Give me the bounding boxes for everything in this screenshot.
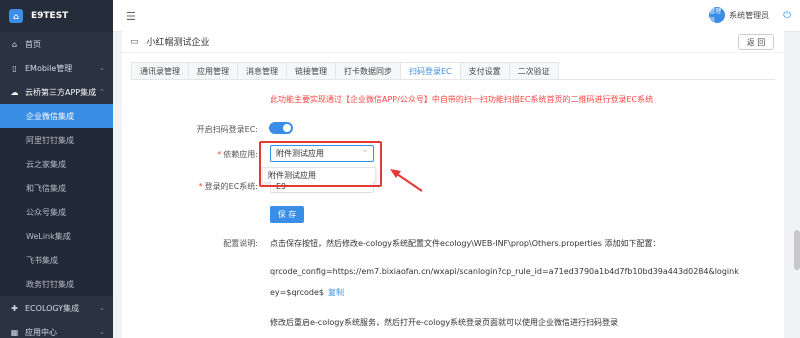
chevron-down-icon: ⌄ [99,304,105,312]
brand: ⌂ E9TEST [0,0,113,32]
sidebar-subitem-hefeixin[interactable]: 和飞信集成 [0,176,113,200]
required-mark: * [217,150,222,159]
chevron-down-icon: ⌄ [99,64,105,72]
mobile-icon: ▯ [12,63,17,73]
sidebar-subitem-official-account[interactable]: 公众号集成 [0,200,113,224]
config-label: 配置说明: [223,239,258,248]
tab-payment[interactable]: 支付设置 [459,62,509,80]
sidebar-subitem-wechat-work[interactable]: 企业微信集成 [0,104,113,128]
cloud-icon: ☁ [10,87,19,97]
app-title: E9TEST [31,11,69,21]
sidebar-subitem-gov-dingtalk[interactable]: 政务钉钉集成 [0,272,113,296]
sidebar-item-emobile[interactable]: ▯ EMobile管理 ⌄ [0,56,113,80]
sidebar-item-app-center[interactable]: ▦ 应用中心 ⌄ [0,320,113,338]
user-menu[interactable]: 管理员 系统管理员 ⏻ [709,7,791,24]
home-icon: ⌂ [11,39,18,49]
tab-contacts[interactable]: 通讯录管理 [131,62,188,80]
sidebar-item-label: ECOLOGY集成 [25,303,80,313]
monitor-icon: ▭ [130,36,139,47]
puzzle-icon: ✚ [11,303,18,313]
sidebar-item-label: EMobile管理 [25,63,73,73]
required-mark: * [198,182,203,191]
feature-notice: 此功能主要实现通过【企业微信APP/公众号】中自带的扫一扫功能扫描EC系统首页的… [270,95,654,104]
system-label-text: 登录的EC系统: [204,182,258,191]
sidebar-item-label: 应用中心 [25,327,57,337]
sidebar-subitem-yunzhijia[interactable]: 云之家集成 [0,152,113,176]
tab-links[interactable]: 链接管理 [286,62,335,80]
app-logo-icon: ⌂ [9,9,23,23]
copy-link[interactable]: 复制 [328,288,344,297]
menu-fold-icon[interactable]: ☰ [126,10,136,23]
grid-icon: ▦ [10,327,19,337]
top-bar: ☰ 管理员 系统管理员 ⏻ [113,0,800,32]
app-label: * 依赖应用: [217,149,258,160]
annotation-box [259,141,382,187]
page-header: ▭ 小红帽测试企业 [122,31,784,53]
tab-messages[interactable]: 消息管理 [237,62,286,80]
sidebar-subitem-welink[interactable]: WeLink集成 [0,224,113,248]
tab-bar: 通讯录管理 应用管理 消息管理 链接管理 打卡数据同步 扫码登录EC 支付设置 … [131,62,559,80]
annotation-arrow-icon [390,169,423,192]
save-button[interactable]: 保 存 [270,206,304,223]
scrollbar[interactable] [794,230,800,270]
config-step-2: 修改后重启e-cology系统服务，然后打开e-cology系统登录页面就可以使… [270,318,619,327]
sidebar-item-label: 首页 [25,39,41,49]
chevron-down-icon: ⌄ [99,328,105,336]
enable-label: 开启扫码登录EC: [196,125,258,134]
main-content: ▭ 小红帽测试企业 返 回 通讯录管理 应用管理 消息管理 链接管理 打卡数据同… [122,31,784,338]
sidebar: ⌂ E9TEST ⌂ 首页 ▯ EMobile管理 ⌄ ☁ 云桥第三方APP集成… [0,0,113,338]
tab-apps[interactable]: 应用管理 [188,62,237,80]
sidebar-subitem-feishu[interactable]: 飞书集成 [0,248,113,272]
sidebar-item-label: 云桥第三方APP集成 [25,87,97,97]
user-name[interactable]: 系统管理员 [729,10,769,21]
sidebar-item-cloudbridge[interactable]: ☁ 云桥第三方APP集成 ⌃ [0,80,113,104]
config-step-1: 点击保存按钮，然后修改e-cology系统配置文件ecology\WEB-INF… [270,239,661,248]
tab-divider [131,79,775,80]
app-label-text: 依赖应用: [223,150,258,159]
sidebar-subitem-dingtalk[interactable]: 阿里钉钉集成 [0,128,113,152]
tab-attendance-sync[interactable]: 打卡数据同步 [335,62,400,80]
logout-icon[interactable]: ⏻ [783,10,791,21]
config-code-line-2: ey=$qrcode$ 复制 [270,287,344,298]
sidebar-item-ecology[interactable]: ✚ ECOLOGY集成 ⌄ [0,296,113,320]
page-title: 小红帽测试企业 [146,38,210,48]
tab-qr-login[interactable]: 扫码登录EC [400,62,460,80]
enable-qr-login-toggle[interactable] [269,122,293,134]
system-label: * 登录的EC系统: [199,181,258,192]
sidebar-item-home[interactable]: ⌂ 首页 [0,32,113,56]
config-code-line: qrcode_config=https://em7.bixiaofan.cn/w… [270,267,739,276]
back-button[interactable]: 返 回 [738,34,774,50]
config-code-tail: ey=$qrcode$ [270,288,325,297]
tab-2fa[interactable]: 二次验证 [508,62,559,80]
chevron-up-icon: ⌃ [99,88,105,96]
avatar[interactable]: 管理员 [709,7,726,24]
